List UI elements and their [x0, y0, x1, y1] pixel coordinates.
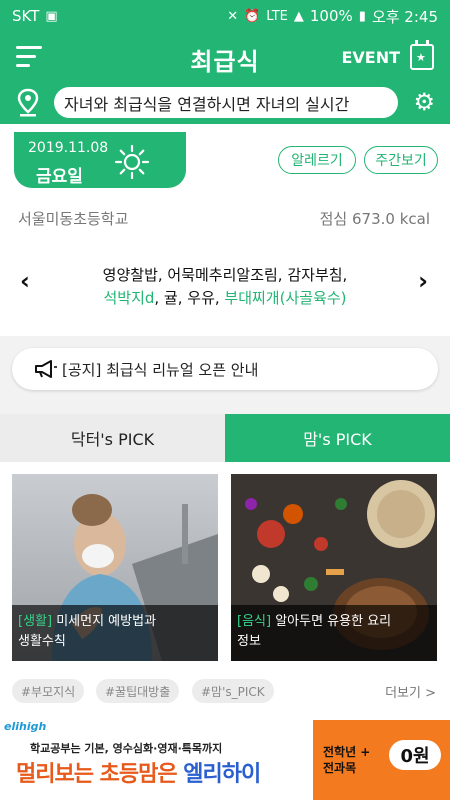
article-caption: [생활] 미세먼지 예방법과 생활수칙	[12, 605, 218, 661]
meal-calories: 점심 673.0 kcal	[319, 210, 430, 228]
article-card[interactable]: [음식] 알아두면 유용한 요리 정보	[231, 474, 437, 661]
tag-chip[interactable]: #부모지식	[12, 679, 85, 703]
carrier-label: SKT	[12, 7, 40, 25]
tab-doctors-pick[interactable]: 닥터's PICK	[0, 414, 225, 462]
meal-date: 2019.11.08	[28, 140, 109, 156]
battery-icon: ▮	[358, 8, 366, 24]
signal-icon: ▲	[293, 8, 304, 24]
article-title-line1: 알아두면 유용한 요리	[271, 614, 392, 629]
event-label[interactable]: EVENT	[341, 48, 400, 67]
tab-moms-pick[interactable]: 맘's PICK	[225, 414, 450, 462]
notice-banner[interactable]: [공지] 최급식 리뉴얼 오픈 안내	[12, 348, 438, 390]
article-category: [음식]	[237, 614, 272, 629]
clock-label: 오후 2:45	[371, 7, 438, 26]
app-header: 최급식 EVENT ★	[0, 32, 450, 84]
location-pin-icon[interactable]	[17, 88, 39, 118]
status-bar: SKT ▣ ✕ ⏰ LTE ▲ 100% ▮ 오후 2:45	[0, 0, 450, 32]
ticker-text[interactable]: 자녀와 최급식을 연결하시면 자녀의 실시간	[54, 87, 398, 118]
date-tab: 2019.11.08 금요일	[14, 132, 186, 188]
weekly-view-button[interactable]: 주간보기	[364, 146, 438, 174]
previous-day-chevron-icon[interactable]: ‹	[20, 267, 30, 295]
menu-items-plain: , 귤, 우유,	[154, 289, 225, 307]
calendar-star-icon[interactable]: ★	[410, 40, 434, 70]
ad-cta-line2: 전과목	[323, 761, 357, 775]
battery-label: 100%	[309, 7, 353, 25]
next-day-chevron-icon[interactable]: ›	[418, 267, 428, 295]
ad-subtext: 학교공부는 기본, 영수심화·영재·특목까지	[30, 742, 223, 755]
article-caption: [음식] 알아두면 유용한 요리 정보	[231, 605, 437, 661]
ad-cta-price: 0원	[389, 740, 441, 770]
ad-banner[interactable]: elihigh 학교공부는 기본, 영수심화·영재·특목까지 멀리보는 초등맘은…	[0, 716, 450, 800]
article-title-line2: 생활수칙	[18, 634, 66, 649]
mute-icon: ✕	[227, 8, 239, 24]
settings-gear-icon[interactable]: ⚙	[413, 90, 435, 114]
more-link[interactable]: 더보기 >	[385, 682, 436, 701]
meal-card: 2019.11.08 금요일 알레르기 주간보기 서울미동초등학교 점심 673…	[0, 124, 450, 336]
article-title-line1: 미세먼지 예방법과	[52, 614, 157, 629]
menu-item-highlight: 석박지d	[103, 289, 155, 307]
pick-content: [생활] 미세먼지 예방법과 생활수칙 [음식] 알아두면 유용한 요리 정보 …	[0, 462, 450, 716]
megaphone-icon	[35, 360, 57, 378]
school-name: 서울미동초등학교	[18, 210, 129, 228]
ad-headline: 멀리보는 초등맘은 엘리하이	[16, 756, 261, 788]
allergy-button[interactable]: 알레르기	[278, 146, 356, 174]
ticker-bar: 자녀와 최급식을 연결하시면 자녀의 실시간 ⚙	[0, 84, 450, 124]
network-label: LTE	[266, 8, 288, 24]
status-left: SKT ▣	[12, 7, 58, 25]
status-right: ✕ ⏰ LTE ▲ 100% ▮ 오후 2:45	[227, 6, 438, 27]
alarm-icon: ⏰	[244, 8, 261, 24]
tag-chip[interactable]: #맘's_PICK	[192, 679, 274, 703]
tag-chip[interactable]: #꿀팁대방출	[96, 679, 180, 703]
menu-line-2: 석박지d, 귤, 우유, 부대찌개(사골육수)	[50, 287, 400, 309]
meal-weekday: 금요일	[36, 167, 83, 187]
menu-line-1: 영양찰밥, 어묵메추리알조림, 감자부침,	[102, 266, 348, 284]
ad-cta-text: 전학년 + 전과목	[323, 745, 371, 775]
ad-cta-line1: 전학년	[323, 745, 357, 759]
sun-icon	[114, 144, 150, 180]
ad-cta-panel[interactable]: 전학년 + 전과목 0원	[313, 720, 450, 800]
ad-headline-part2: 엘리하이	[183, 762, 261, 787]
pick-tabs: 닥터's PICK 맘's PICK	[0, 414, 450, 462]
article-category: [생활]	[18, 614, 53, 629]
notice-text: [공지] 최급식 리뉴얼 오픈 안내	[62, 360, 259, 379]
ad-headline-part1: 멀리보는 초등맘은	[16, 762, 184, 787]
gallery-icon: ▣	[45, 8, 58, 24]
menu-item-highlight: 부대찌개(사골육수)	[224, 289, 347, 307]
ad-brand-logo: elihigh	[4, 720, 47, 733]
article-card[interactable]: [생활] 미세먼지 예방법과 생활수칙	[12, 474, 218, 661]
article-title-line2: 정보	[237, 634, 261, 649]
